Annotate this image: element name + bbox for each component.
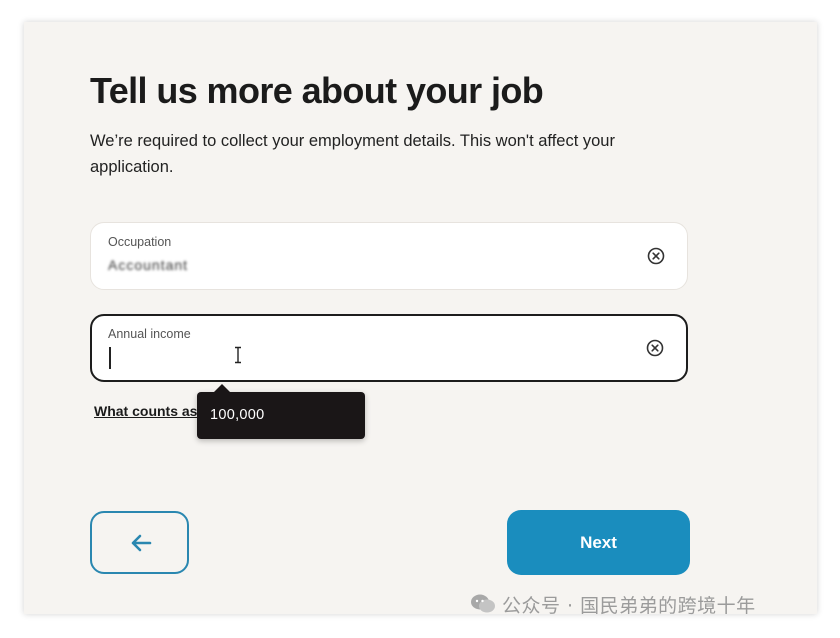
income-tooltip: 100,000 <box>197 384 365 439</box>
occupation-value[interactable]: Accountant <box>108 254 288 276</box>
wechat-icon <box>471 594 495 613</box>
clear-income-icon[interactable] <box>646 339 664 357</box>
page-title: Tell us more about your job <box>90 70 544 111</box>
back-button[interactable] <box>90 511 189 574</box>
text-caret <box>109 347 111 369</box>
watermark: 公众号 · 国民弟弟的跨境十年 <box>470 592 756 617</box>
page-subtitle: We’re required to collect your employmen… <box>90 132 615 176</box>
tooltip-text: 100,000 <box>210 407 265 423</box>
occupation-field[interactable]: Occupation Accountant <box>90 222 688 290</box>
next-button[interactable]: Next <box>507 510 690 575</box>
arrow-left-icon <box>131 534 152 552</box>
annual-income-label: Annual income <box>108 327 191 341</box>
clear-occupation-icon[interactable] <box>647 247 665 265</box>
annual-income-field[interactable]: Annual income <box>90 314 688 382</box>
occupation-label: Occupation <box>108 235 172 249</box>
text-cursor-icon <box>235 346 241 364</box>
annual-income-input[interactable] <box>108 346 628 370</box>
what-counts-link[interactable]: What counts as <box>94 403 197 419</box>
watermark-text: 公众号 · 国民弟弟的跨境十年 <box>502 594 756 617</box>
